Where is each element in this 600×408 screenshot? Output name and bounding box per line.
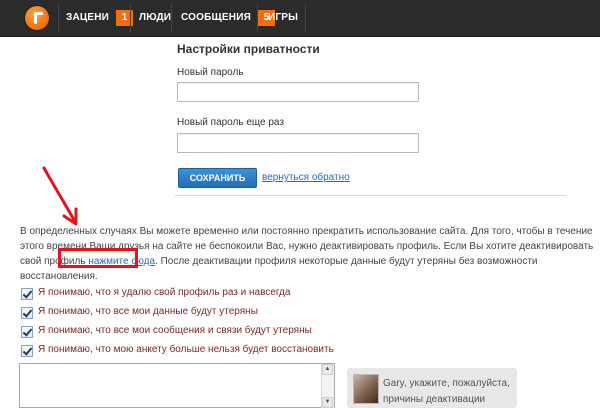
nav-item-label: ЛЮДИ [139, 12, 172, 23]
section-divider [175, 195, 566, 196]
checkbox[interactable] [21, 345, 33, 357]
textarea-scrollbar[interactable]: ▲ ▼ [321, 364, 334, 408]
nav-divider [171, 4, 172, 32]
repeat-password-label: Новый пароль еще раз [177, 117, 284, 128]
new-password-label: Новый пароль [177, 67, 244, 78]
checkbox[interactable] [21, 288, 33, 300]
checkbox-label: Я понимаю, что я удалю свой профиль раз … [38, 287, 291, 298]
reason-hint-text: Gary, укажите, пожалуйста, причины деакт… [383, 378, 510, 405]
reason-hint-card: Gary, укажите, пожалуйста, причины деакт… [347, 368, 517, 408]
nav-item-messages[interactable]: СООБЩЕНИЯ 5 [181, 0, 275, 36]
repeat-password-input[interactable] [177, 133, 419, 153]
nav-item-label: СООБЩЕНИЯ [181, 12, 251, 23]
new-password-input[interactable] [177, 82, 419, 102]
nav-item-games[interactable]: ИГРЫ [268, 0, 298, 36]
checkbox-label: Я понимаю, что все мои сообщения и связи… [38, 325, 312, 336]
checkbox-label: Я понимаю, что мою анкету больше нельзя … [38, 344, 334, 355]
nav-divider [130, 4, 131, 32]
go-back-link[interactable]: вернуться обратно [262, 172, 350, 183]
scroll-down-arrow-icon[interactable]: ▼ [322, 397, 333, 408]
nav-divider [257, 4, 258, 32]
nav-item-people[interactable]: ЛЮДИ [139, 0, 171, 36]
checkbox-label: Я понимаю, что все мои данные будут утер… [38, 306, 258, 317]
checkbox[interactable] [21, 326, 33, 338]
site-logo-icon[interactable] [25, 6, 49, 30]
user-avatar [353, 374, 379, 404]
scroll-up-arrow-icon[interactable]: ▲ [322, 364, 333, 375]
nav-item-label: ИГРЫ [268, 12, 299, 23]
nav-item-zaceni[interactable]: ЗАЦЕНИ 1 [66, 0, 134, 36]
nav-divider [58, 4, 59, 32]
nav-divider [305, 4, 306, 32]
page-title: Настройки приватности [177, 42, 320, 56]
top-navigation-bar: ЗАЦЕНИ 1 ЛЮДИ СООБЩЕНИЯ 5 ИГРЫ [0, 0, 600, 37]
save-button[interactable]: СОХРАНИТЬ [178, 168, 257, 188]
checkbox[interactable] [21, 307, 33, 319]
annotation-arrow-icon [42, 166, 78, 226]
annotation-highlight-box [58, 248, 138, 268]
nav-item-label: ЗАЦЕНИ [66, 12, 110, 23]
deactivation-reason-textarea[interactable]: ▲ ▼ [19, 363, 335, 408]
